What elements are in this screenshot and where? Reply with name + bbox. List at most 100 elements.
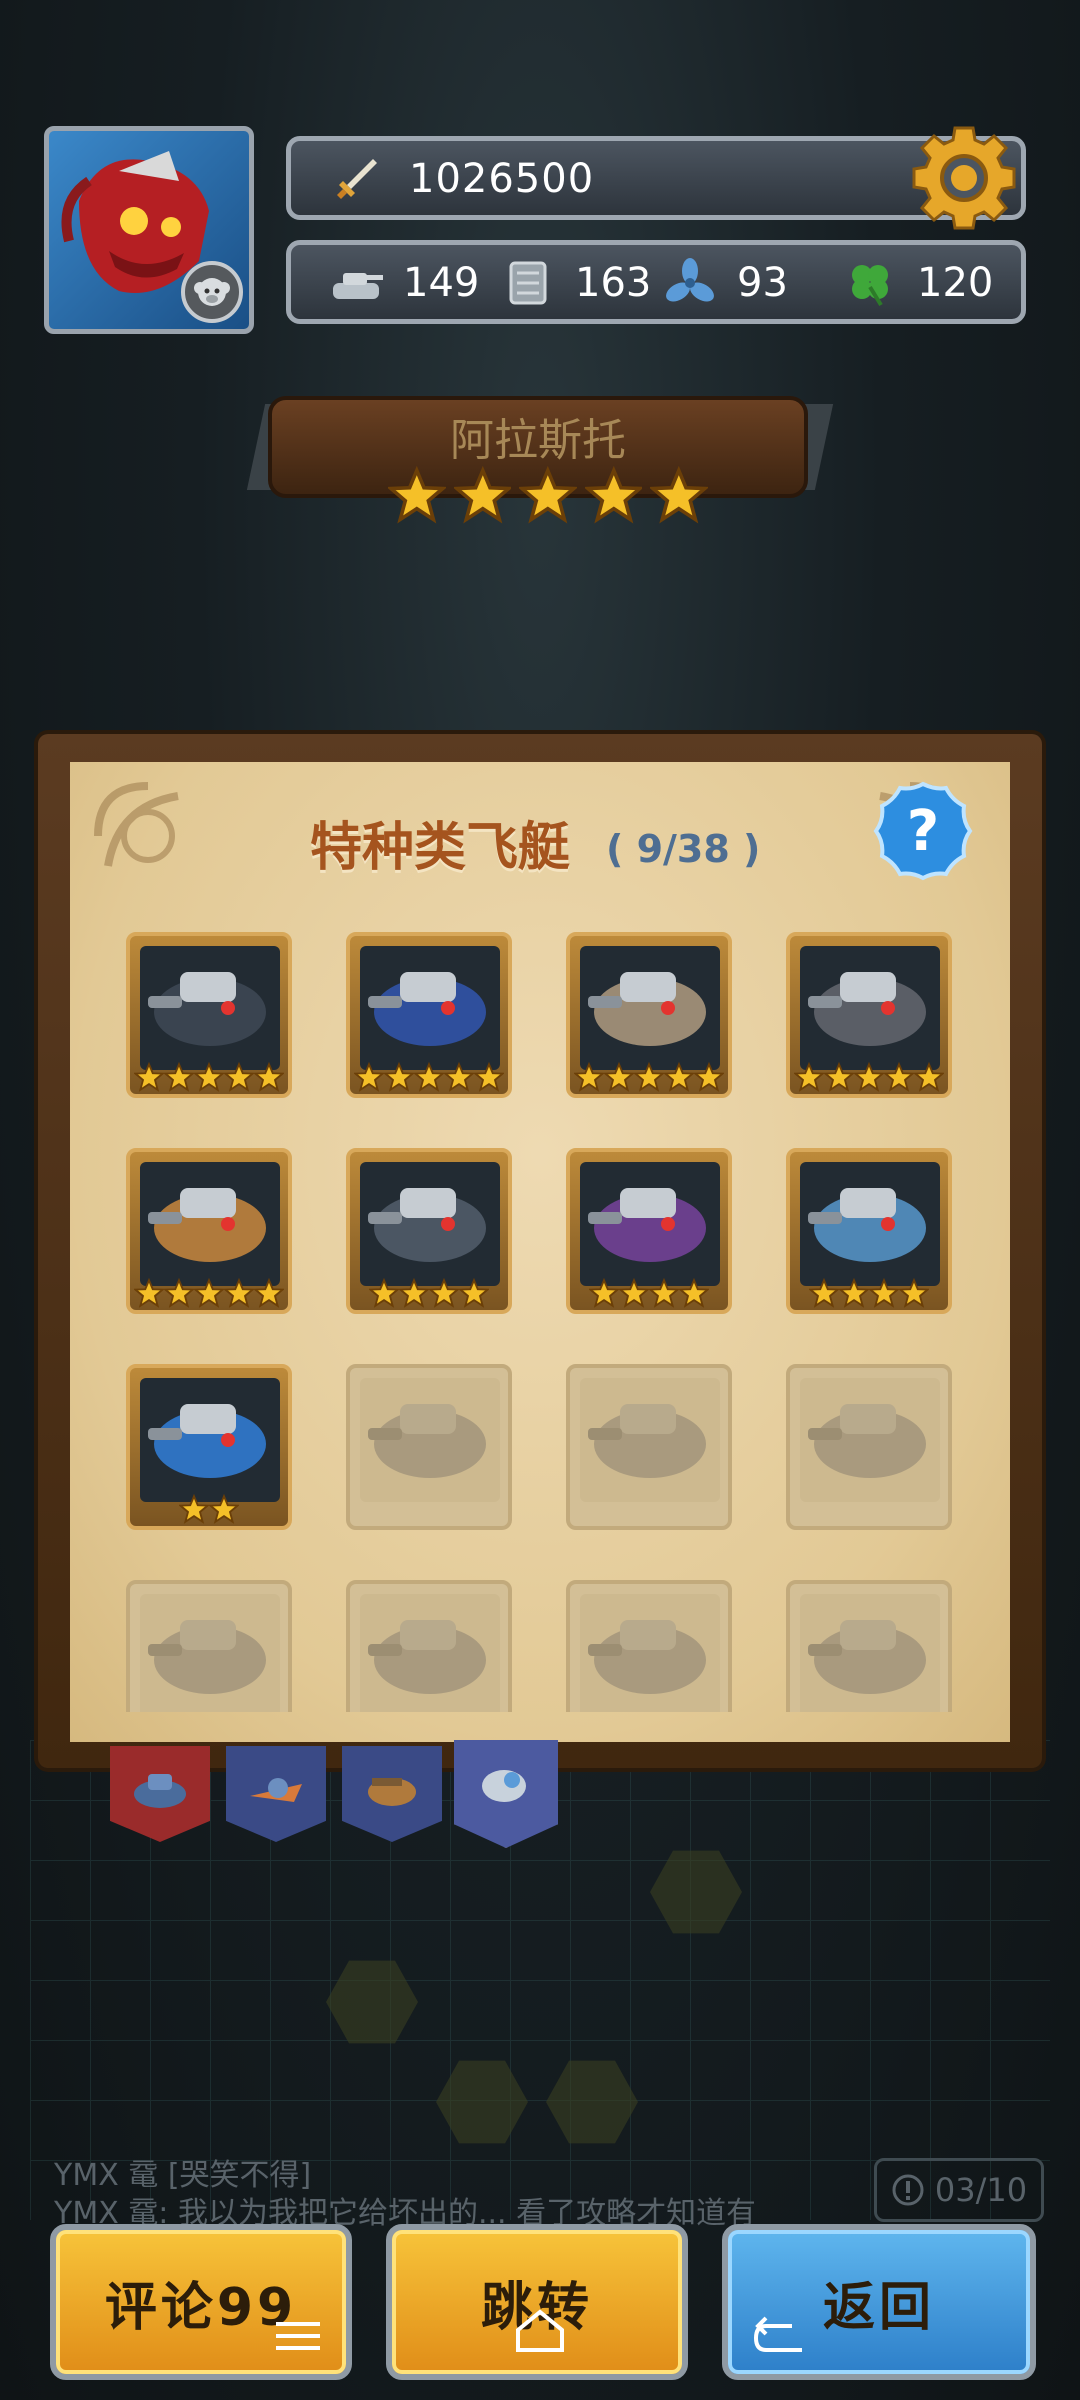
resource-plates-value: 163 — [575, 260, 652, 306]
star-icon — [429, 1278, 459, 1308]
star-icon — [224, 1278, 254, 1308]
locked-airship-icon — [140, 1594, 280, 1712]
airship-card-locked[interactable] — [126, 1580, 292, 1712]
power-value: 1026500 — [409, 156, 595, 202]
home-nav-icon[interactable] — [512, 2306, 568, 2356]
propeller-icon — [666, 258, 714, 302]
airship-icon — [140, 1378, 280, 1502]
back-nav-icon[interactable] — [752, 2310, 808, 2356]
special-ship-icon — [482, 1770, 526, 1802]
chat-page-indicator[interactable]: 03/10 — [874, 2158, 1044, 2222]
airship-card[interactable] — [786, 1148, 952, 1314]
collection-count: ( 9/38 ) — [606, 827, 761, 871]
airship-card[interactable] — [126, 1148, 292, 1314]
resource-clover-value: 120 — [917, 260, 994, 306]
comment-button[interactable]: 评论99 — [50, 2224, 352, 2380]
airship-card-locked[interactable] — [566, 1364, 732, 1530]
star-icon — [884, 1062, 914, 1092]
locked-airship-icon — [360, 1594, 500, 1712]
sword-icon — [337, 159, 377, 199]
star-icon — [384, 1062, 414, 1092]
star-icon — [179, 1494, 209, 1524]
airship-icon — [580, 946, 720, 1070]
airship-card[interactable] — [346, 1148, 512, 1314]
star-icon — [254, 1062, 284, 1092]
jump-button[interactable]: 跳转 — [386, 2224, 688, 2380]
star-icon — [649, 1278, 679, 1308]
plates-icon — [509, 261, 547, 305]
star-icon — [414, 1062, 444, 1092]
star-icon — [194, 1278, 224, 1308]
star-icon — [254, 1278, 284, 1308]
airship-card[interactable] — [566, 1148, 732, 1314]
airship-card[interactable] — [786, 932, 952, 1098]
airship-star-rating — [130, 1062, 288, 1092]
tank-ship-icon — [134, 1774, 186, 1808]
airship-card-locked[interactable] — [786, 1580, 952, 1712]
airship-star-rating — [350, 1278, 508, 1308]
airship-star-rating — [570, 1062, 728, 1092]
star-icon — [444, 1062, 474, 1092]
star-icon — [619, 1278, 649, 1308]
star-icon — [224, 1062, 254, 1092]
chat-line-1: YMX 鼋 [哭笑不得] — [54, 2158, 312, 2193]
star-icon — [589, 1278, 619, 1308]
resource-tank-value: 149 — [403, 260, 480, 306]
star-icon — [354, 1062, 384, 1092]
airship-grid — [126, 932, 956, 1712]
airship-icon — [140, 1162, 280, 1286]
airship-star-rating — [130, 1278, 288, 1308]
airship-card[interactable] — [126, 1364, 292, 1530]
player-avatar[interactable] — [44, 126, 254, 334]
help-question-icon[interactable]: ? — [872, 780, 974, 882]
star-icon — [854, 1062, 884, 1092]
star-icon — [650, 466, 708, 524]
star-icon — [824, 1062, 854, 1092]
star-icon — [134, 1062, 164, 1092]
star-icon — [584, 466, 643, 524]
resource-plates: 163 — [499, 257, 651, 309]
airship-star-rating — [790, 1062, 948, 1092]
airship-star-rating — [130, 1494, 288, 1524]
locked-airship-icon — [800, 1594, 940, 1712]
airship-icon — [800, 946, 940, 1070]
airship-icon — [360, 1162, 500, 1286]
resource-propeller: 93 — [661, 257, 788, 309]
airship-card[interactable] — [346, 932, 512, 1098]
gunship-icon — [368, 1778, 416, 1806]
panel-title: 特种类飞艇 — [310, 818, 571, 878]
star-icon — [519, 466, 577, 524]
airship-icon — [580, 1162, 720, 1286]
star-icon — [399, 1278, 429, 1308]
star-icon — [794, 1062, 824, 1092]
star-icon — [664, 1062, 694, 1092]
star-icon — [634, 1062, 664, 1092]
airship-icon — [360, 946, 500, 1070]
star-icon — [899, 1278, 929, 1308]
star-icon — [164, 1278, 194, 1308]
locked-airship-icon — [580, 1378, 720, 1502]
star-icon — [459, 1278, 489, 1308]
airship-card-locked[interactable] — [346, 1580, 512, 1712]
back-button[interactable]: 返回 — [722, 2224, 1036, 2380]
menu-nav-icon[interactable] — [272, 2316, 324, 2356]
resource-clover: 120 — [841, 257, 993, 309]
star-icon — [679, 1278, 709, 1308]
star-icon — [209, 1494, 239, 1524]
airship-card[interactable] — [566, 932, 732, 1098]
airship-card-locked[interactable] — [346, 1364, 512, 1530]
resource-propeller-value: 93 — [737, 260, 788, 306]
airship-card-locked[interactable] — [566, 1580, 732, 1712]
panel-corner-ornament — [94, 782, 179, 867]
airship-star-rating — [350, 1062, 508, 1092]
star-icon — [164, 1062, 194, 1092]
airship-card-locked[interactable] — [786, 1364, 952, 1530]
tank-icon — [333, 273, 383, 299]
airship-card[interactable] — [126, 932, 292, 1098]
airship-icon — [800, 1162, 940, 1286]
chat-page-text: 03/10 — [934, 2171, 1028, 2209]
star-icon — [914, 1062, 944, 1092]
star-icon — [574, 1062, 604, 1092]
settings-gear-icon[interactable] — [910, 124, 1018, 232]
locked-airship-icon — [580, 1594, 720, 1712]
